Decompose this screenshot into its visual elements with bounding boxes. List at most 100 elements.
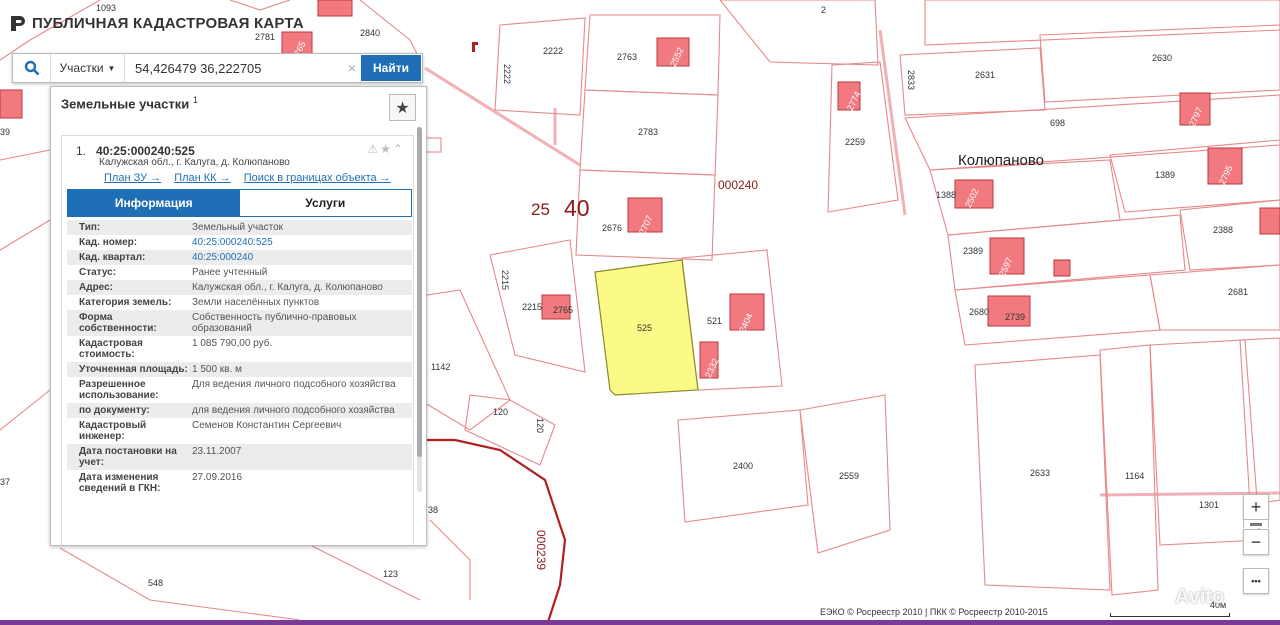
search-in-bounds-link[interactable]: Поиск в границах объекта → — [244, 172, 391, 184]
property-key: по документу: — [79, 405, 150, 416]
property-value: 27.09.2016 — [192, 472, 243, 483]
parcel-edge — [0, 389, 51, 431]
parcel-label: 2680 — [969, 307, 990, 317]
card-address: Калужская обл., г. Калуга, д. Колюпаново — [99, 157, 290, 168]
parcel-label: 2388 — [1213, 225, 1234, 235]
parcel-label: 2215 — [522, 302, 543, 312]
favorites-button[interactable]: ★ — [389, 94, 416, 121]
property-value: Собственность публично-правовых образова… — [192, 312, 357, 334]
red-marker-icon — [472, 42, 478, 52]
building — [1053, 259, 1071, 277]
chevron-up-icon[interactable]: ⌃ — [393, 142, 405, 156]
parcel-edge — [0, 219, 51, 251]
parcel-label: 2630 — [1152, 53, 1173, 63]
property-row: Разрешенное использование: Для ведения ли… — [67, 377, 412, 403]
parcel-label: 2631 — [975, 70, 996, 80]
property-row: Дата изменения сведений в ГКН: 27.09.2016 — [67, 470, 412, 496]
find-button[interactable]: Найти — [361, 55, 421, 81]
zoom-in-button[interactable]: + — [1243, 494, 1269, 520]
tab-services[interactable]: Услуги — [239, 190, 411, 216]
zoom-slider-thumb[interactable] — [1250, 522, 1262, 526]
property-value: Для ведения личного подсобного хозяйства — [192, 379, 396, 390]
more-options-button[interactable]: ••• — [1243, 568, 1269, 594]
property-row: Кадастровая стоимость: 1 085 790,00 руб. — [67, 336, 412, 362]
card-actions: ⚠★⌃ — [367, 142, 405, 156]
building — [0, 89, 23, 119]
property-value-link[interactable]: 40:25:000240 — [192, 252, 253, 263]
property-key: Форма собственности: — [79, 312, 157, 334]
results-panel: Земельные участки 1 ★ 1. 40:25:000240:525… — [50, 86, 427, 546]
panel-scrollbar[interactable] — [417, 127, 422, 492]
star-icon[interactable]: ★ — [380, 142, 393, 156]
parcel-label: 120 — [535, 418, 545, 434]
warning-icon[interactable]: ⚠ — [367, 142, 380, 156]
search-type-select[interactable]: Участки ▼ — [51, 54, 125, 82]
parcel-label: 1388 — [936, 190, 957, 200]
search-icon[interactable] — [13, 54, 51, 82]
zoom-out-button[interactable]: − — [1243, 529, 1269, 555]
card-cad-number[interactable]: 40:25:000240:525 — [96, 144, 195, 158]
parcel-label: 2559 — [839, 471, 860, 481]
property-row: Форма собственности: Собственность публич… — [67, 310, 412, 336]
plan-kk-link[interactable]: План КК → — [174, 172, 230, 184]
parcel-label: 2676 — [602, 223, 623, 233]
parcel-label: 2215 — [500, 270, 510, 291]
property-key: Разрешенное использование: — [79, 379, 159, 401]
parcel-label: 521 — [707, 316, 723, 326]
clear-icon[interactable]: × — [343, 60, 361, 76]
parcel-label: 123 — [383, 569, 399, 579]
parcel — [1149, 264, 1280, 331]
parcel — [1039, 24, 1280, 103]
parcel-label: 2739 — [1005, 312, 1026, 322]
property-value: Земли населённых пунктов — [192, 297, 320, 308]
parcel-label: 2389 — [963, 246, 984, 256]
search-type-label: Участки — [59, 61, 104, 75]
parcel-label: 2833 — [906, 70, 916, 91]
property-value: 1 500 кв. м — [192, 364, 242, 375]
card-tabs: Информация Услуги — [67, 189, 412, 217]
parcel — [584, 14, 721, 96]
property-key: Дата постановки на учет: — [79, 446, 177, 468]
property-key: Уточненная площадь: — [79, 364, 188, 375]
parcel-edge — [299, 539, 421, 601]
parcel-label: 2400 — [733, 461, 754, 471]
properties-table: Тип: Земельный участок Кад. номер: 40:25:0… — [67, 220, 412, 496]
parcel — [899, 47, 1046, 116]
property-key: Тип: — [79, 222, 101, 233]
property-row: Кад. квартал: 40:25:000240 — [67, 250, 412, 265]
panel-title-text: Земельные участки — [61, 96, 190, 112]
plan-zu-link[interactable]: План ЗУ → — [104, 172, 161, 184]
property-row: Уточненная площадь: 1 500 кв. м — [67, 362, 412, 377]
tab-information[interactable]: Информация — [68, 190, 240, 216]
parcel-label: 2681 — [1228, 287, 1249, 297]
parcel-label: 2765 — [553, 305, 574, 315]
property-value: Семенов Константин Сергеевич — [192, 420, 342, 431]
panel-title: Земельные участки 1 — [61, 95, 198, 111]
property-value: Калужская обл., г. Калуга, д. Колюпаново — [192, 282, 383, 293]
parcel — [924, 0, 1280, 46]
property-value: Земельный участок — [192, 222, 284, 233]
parcel-label: 1164 — [1125, 471, 1145, 481]
zoom-slider[interactable] — [1243, 520, 1269, 528]
watermark-logo: Avito — [1175, 586, 1225, 608]
parcel-label: 2633 — [1030, 468, 1051, 478]
parcel-label: 37 — [0, 477, 11, 487]
property-value: для ведения личного подсобного хозяйства — [192, 405, 395, 416]
result-count: 1 — [192, 95, 198, 105]
parcel-label: 2840 — [360, 28, 381, 38]
search-input[interactable] — [125, 54, 343, 82]
quarter-boundary — [454, 438, 567, 623]
parcel-label: 525 — [637, 323, 653, 333]
property-value-link[interactable]: 40:25:000240:525 — [192, 237, 273, 248]
parcel-label: 39 — [0, 127, 11, 137]
quarter-code: 000239 — [534, 530, 548, 571]
parcel-label: 120 — [493, 407, 509, 417]
scrollbar-thumb[interactable] — [417, 127, 422, 457]
parcel-edge — [0, 149, 51, 161]
search-bar: Участки▼ × Найти — [12, 53, 423, 83]
parcel — [719, 0, 879, 66]
property-key: Кадастровый инженер: — [79, 420, 147, 442]
building — [1259, 207, 1280, 235]
parcel-edge — [59, 547, 301, 621]
chevron-down-icon: ▼ — [107, 63, 116, 73]
